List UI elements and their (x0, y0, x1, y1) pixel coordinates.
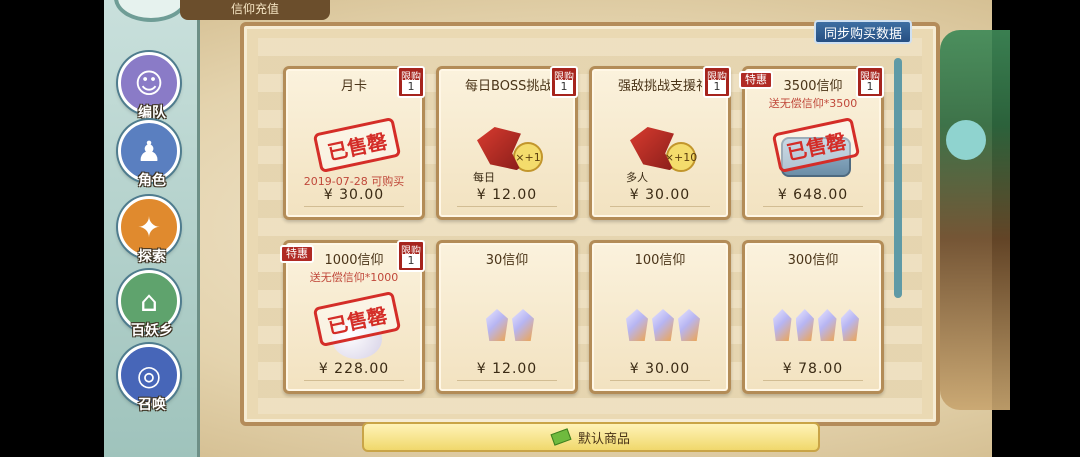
divider (304, 380, 404, 381)
limit-badge: 限购 1 (856, 66, 884, 98)
item-price: ¥ 78.00 (782, 361, 844, 377)
shop-item-card[interactable]: 每日BOSS挑战礼 限购 1 ×+1 每日 ¥ 12.00 (436, 66, 578, 220)
shop-item-card[interactable]: 300信仰 ¥ 78.00 (742, 240, 884, 394)
divider (457, 206, 557, 207)
crystal-icon (795, 309, 814, 341)
limit-badge: 限购 1 (550, 66, 578, 98)
sync-purchase-button[interactable]: 同步购买数据 (814, 20, 912, 44)
item-tag: 多人 (626, 171, 648, 184)
nav-label: 召唤 (138, 397, 166, 413)
side-nav: ☺ 编队 ♟ 角色 ✦ 探索 ⌂ 百妖乡 ◎ 召唤 (104, 0, 200, 457)
limit-badge: 限购 1 (703, 66, 731, 98)
crystal-icon (818, 309, 837, 341)
item-art (618, 293, 708, 357)
category-label: 默认商品 (577, 431, 630, 447)
crystal-icon (486, 309, 508, 341)
character-art (940, 30, 1010, 410)
item-price: ¥ 30.00 (629, 361, 691, 377)
shop-item-card[interactable]: 强敌挑战支援礼包 限购 1 ×+10 多人 ¥ 30.00 (589, 66, 731, 220)
item-tag: 每日 (473, 171, 495, 184)
page-title: 信仰充值 (180, 0, 330, 20)
nav-item-summon[interactable]: ◎ 召唤 (118, 344, 186, 413)
shop-item-card[interactable]: 30信仰 ¥ 12.00 (436, 240, 578, 394)
item-price: ¥ 228.00 (318, 361, 390, 377)
divider (457, 380, 557, 381)
shop-item-card[interactable]: 1000信仰 特惠 限购 1 送无偿信仰*1000 已售罄 ¥ 228.00 (280, 240, 425, 394)
nav-item-village[interactable]: ⌂ 百妖乡 (118, 270, 186, 339)
limit-count: 1 (402, 80, 420, 94)
sold-out-stamp: 已售罄 (312, 116, 402, 174)
crystal-icon (512, 309, 534, 341)
limit-count: 1 (555, 80, 573, 94)
item-name: 100信仰 (634, 253, 686, 268)
crystal-icon (773, 309, 792, 341)
item-price: ¥ 648.00 (777, 187, 849, 203)
divider (763, 206, 863, 207)
ticket-icon (550, 428, 572, 446)
nav-ornament (114, 0, 188, 22)
special-offer-badge: 特惠 (280, 245, 314, 263)
shop-item-card[interactable]: 100信仰 ¥ 30.00 (589, 240, 731, 394)
letterbox-left (0, 0, 104, 457)
item-art (771, 293, 861, 357)
game-screen: ☺ 编队 ♟ 角色 ✦ 探索 ⌂ 百妖乡 ◎ 召唤 信仰充值 同步购买数据 月卡… (0, 0, 1080, 457)
divider (610, 206, 710, 207)
category-tab-default[interactable]: 默认商品 (362, 422, 820, 452)
limit-count: 1 (402, 254, 420, 268)
limit-badge: 限购 1 (397, 240, 425, 272)
nav-label: 探索 (138, 249, 166, 265)
item-price: ¥ 12.00 (476, 187, 538, 203)
nav-label: 编队 (138, 105, 166, 121)
item-name: 30信仰 (485, 253, 529, 268)
crystal-icon (678, 309, 700, 341)
crystal-icon (840, 309, 859, 341)
divider (763, 380, 863, 381)
divider (610, 380, 710, 381)
shop-item-card[interactable]: 3500信仰 特惠 限购 1 送无偿信仰*3500 已售罄 ¥ 648.00 (739, 66, 884, 220)
item-art (465, 293, 555, 357)
scrollbar-thumb[interactable] (894, 58, 902, 298)
item-price: ¥ 30.00 (323, 187, 385, 203)
nav-item-characters[interactable]: ♟ 角色 (118, 120, 186, 189)
divider (304, 206, 404, 207)
crystal-icon (652, 309, 674, 341)
nav-label: 百妖乡 (131, 323, 173, 339)
shop-item-card[interactable]: 月卡 限购 1 已售罄 2019-07-28 可购买 ¥ 30.00 (283, 66, 425, 220)
nav-item-formation[interactable]: ☺ 编队 (118, 52, 186, 121)
item-price: ¥ 30.00 (629, 187, 691, 203)
bonus-text: 送无偿信仰*3500 (768, 97, 858, 110)
character-face (946, 120, 986, 160)
item-name: 300信仰 (787, 253, 839, 268)
limit-badge: 限购 1 (397, 66, 425, 98)
nav-label: 角色 (138, 173, 166, 189)
bonus-text: 送无偿信仰*1000 (309, 271, 399, 284)
limit-count: 1 (708, 80, 726, 94)
limit-count: 1 (861, 80, 879, 94)
special-offer-badge: 特惠 (739, 71, 773, 89)
nav-item-explore[interactable]: ✦ 探索 (118, 196, 186, 265)
crystal-icon (626, 309, 648, 341)
item-price: ¥ 12.00 (476, 361, 538, 377)
